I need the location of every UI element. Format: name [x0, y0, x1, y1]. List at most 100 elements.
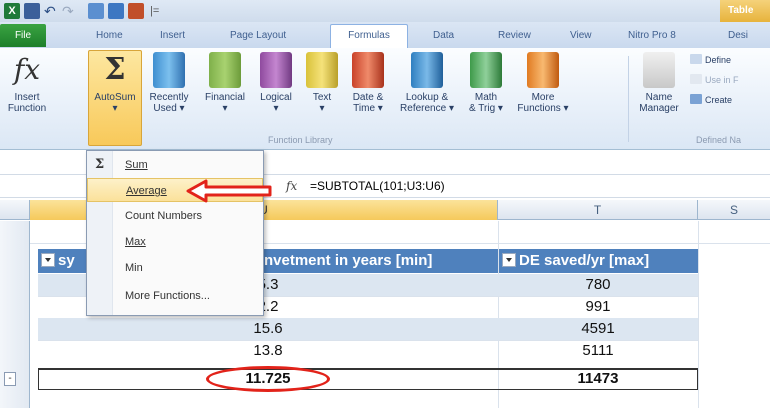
autosum-button[interactable]: Σ AutoSum ▾	[92, 52, 138, 114]
quick-action-icon[interactable]	[88, 3, 104, 19]
tab-insert[interactable]: Insert	[160, 30, 185, 41]
contextual-tab-badge: Table	[720, 0, 770, 22]
more-label: More	[531, 92, 555, 103]
math-label-2: & Trig ▾	[469, 103, 503, 114]
insert-function-button[interactable]: fx Insert Function	[6, 52, 48, 114]
lookup-reference-button[interactable]: Lookup & Reference ▾	[396, 52, 458, 114]
financial-button[interactable]: Financial ▾	[200, 52, 250, 114]
financial-label: Financial	[204, 92, 246, 103]
menu-item-label: Sum	[125, 159, 148, 171]
book-purple-icon	[260, 52, 292, 88]
date-time-button[interactable]: Date & Time ▾	[346, 52, 390, 114]
tab-data[interactable]: Data	[433, 30, 454, 41]
formula-input[interactable]: =SUBTOTAL(101;U3:U6)	[310, 179, 445, 193]
fx-icon[interactable]: fx	[286, 179, 297, 193]
cell-t6[interactable]: 5111	[498, 340, 698, 362]
define-name-button[interactable]: Define	[690, 54, 731, 65]
tab-file[interactable]: File	[0, 24, 46, 47]
highlight-ellipse	[206, 366, 330, 392]
menu-item-count-numbers[interactable]: Count Numbers	[87, 204, 263, 228]
table-header-u-label: nvetment in years [min]	[264, 252, 433, 269]
book-orange-icon	[527, 52, 559, 88]
tab-view[interactable]: View	[570, 30, 592, 41]
text-button[interactable]: Text ▾	[304, 52, 340, 114]
menu-item-more-functions[interactable]: More Functions...	[87, 284, 263, 308]
sigma-icon: Σ	[95, 157, 105, 172]
select-all-corner[interactable]	[0, 200, 30, 220]
row-headers: -	[0, 221, 30, 408]
cell-t5[interactable]: 4591	[498, 318, 698, 340]
book-yellow-icon	[306, 52, 338, 88]
red-arrow-icon	[186, 179, 272, 203]
filter-dropdown-icon[interactable]	[41, 253, 55, 267]
menu-item-min[interactable]: Min	[87, 256, 263, 280]
menu-item-label: Average	[126, 185, 167, 197]
outline-collapse-icon[interactable]: -	[4, 372, 16, 386]
book-blue-icon	[153, 52, 185, 88]
book-green-icon	[470, 52, 502, 88]
customize-qat-icon[interactable]: |=	[150, 3, 160, 19]
filter-dropdown-icon[interactable]	[502, 253, 516, 267]
insert-function-label: Insert	[14, 92, 40, 103]
chevron-down-icon: ▾	[222, 103, 228, 114]
name-manager-label: Name	[645, 92, 673, 103]
lookup-label-2: Reference ▾	[400, 103, 454, 114]
define-name-icon	[690, 54, 702, 64]
date-time-label: Date &	[352, 92, 384, 103]
menu-item-sum[interactable]: Σ Sum	[87, 153, 263, 177]
tab-design[interactable]: Desi	[728, 30, 748, 41]
menu-item-label: Max	[125, 236, 146, 248]
menu-item-label: Min	[125, 262, 143, 274]
menu-item-max[interactable]: Max	[87, 230, 263, 254]
function-icon: fx	[13, 53, 41, 86]
tab-page-layout[interactable]: Page Layout	[230, 30, 286, 41]
redo-icon[interactable]: ↷	[62, 3, 78, 19]
excel-app-icon[interactable]: X	[4, 3, 20, 19]
save-icon[interactable]	[24, 3, 40, 19]
chevron-down-icon: ▾	[112, 103, 118, 114]
cell-u5[interactable]: 15.6	[38, 318, 498, 340]
tab-home[interactable]: Home	[96, 30, 123, 41]
create-from-selection-icon	[690, 94, 702, 104]
more-label-2: Functions ▾	[517, 103, 569, 114]
logical-label: Logical	[260, 92, 292, 103]
quick-action-icon[interactable]	[108, 3, 124, 19]
cell-t3[interactable]: 780	[498, 274, 698, 296]
total-cell-t[interactable]: 11473	[498, 368, 698, 390]
recently-used-label: Recently	[149, 92, 189, 103]
more-functions-button[interactable]: More Functions ▾	[514, 52, 572, 114]
menu-item-label: More Functions...	[125, 290, 210, 302]
recently-used-label-2: Used ▾	[153, 103, 185, 114]
tab-review[interactable]: Review	[498, 30, 531, 41]
column-header-t[interactable]: T	[498, 200, 698, 220]
tab-formulas[interactable]: Formulas	[330, 24, 408, 50]
defined-names-label: Defined Na	[696, 135, 742, 145]
column-header-s[interactable]: S	[698, 200, 770, 220]
lookup-label: Lookup &	[405, 92, 449, 103]
chevron-down-icon: ▾	[273, 103, 279, 114]
function-library-label: Function Library	[268, 135, 333, 145]
tab-nitro[interactable]: Nitro Pro 8	[628, 30, 676, 41]
math-trig-button[interactable]: Math & Trig ▾	[462, 52, 510, 114]
name-manager-label-2: Manager	[639, 103, 679, 114]
table-header-t[interactable]: DE saved/yr [max]	[499, 249, 698, 273]
define-name-label: Define	[705, 55, 732, 65]
recently-used-button[interactable]: Recently Used ▾	[144, 52, 194, 114]
cell-t4[interactable]: 991	[498, 296, 698, 318]
sigma-icon: Σ	[104, 52, 126, 87]
table-header-t-label: DE saved/yr [max]	[519, 252, 650, 269]
name-manager-button[interactable]: Name Manager	[634, 52, 684, 114]
logical-button[interactable]: Logical ▾	[254, 52, 298, 114]
text-label: Text	[312, 92, 332, 103]
book-red-icon	[352, 52, 384, 88]
create-from-selection-label: Create	[705, 95, 733, 105]
create-from-selection-button[interactable]: Create	[690, 94, 732, 105]
ribbon-formulas: fx Insert Function Σ AutoSum ▾ Recently …	[0, 48, 770, 150]
use-in-formula-button[interactable]: Use in F	[690, 74, 739, 85]
gridline	[698, 221, 699, 408]
undo-icon[interactable]: ↶	[44, 3, 60, 19]
table-header-left-label: sy	[58, 252, 75, 269]
cell-u6[interactable]: 13.8	[38, 340, 498, 362]
name-manager-icon	[643, 52, 675, 88]
quick-action-icon[interactable]	[128, 3, 144, 19]
